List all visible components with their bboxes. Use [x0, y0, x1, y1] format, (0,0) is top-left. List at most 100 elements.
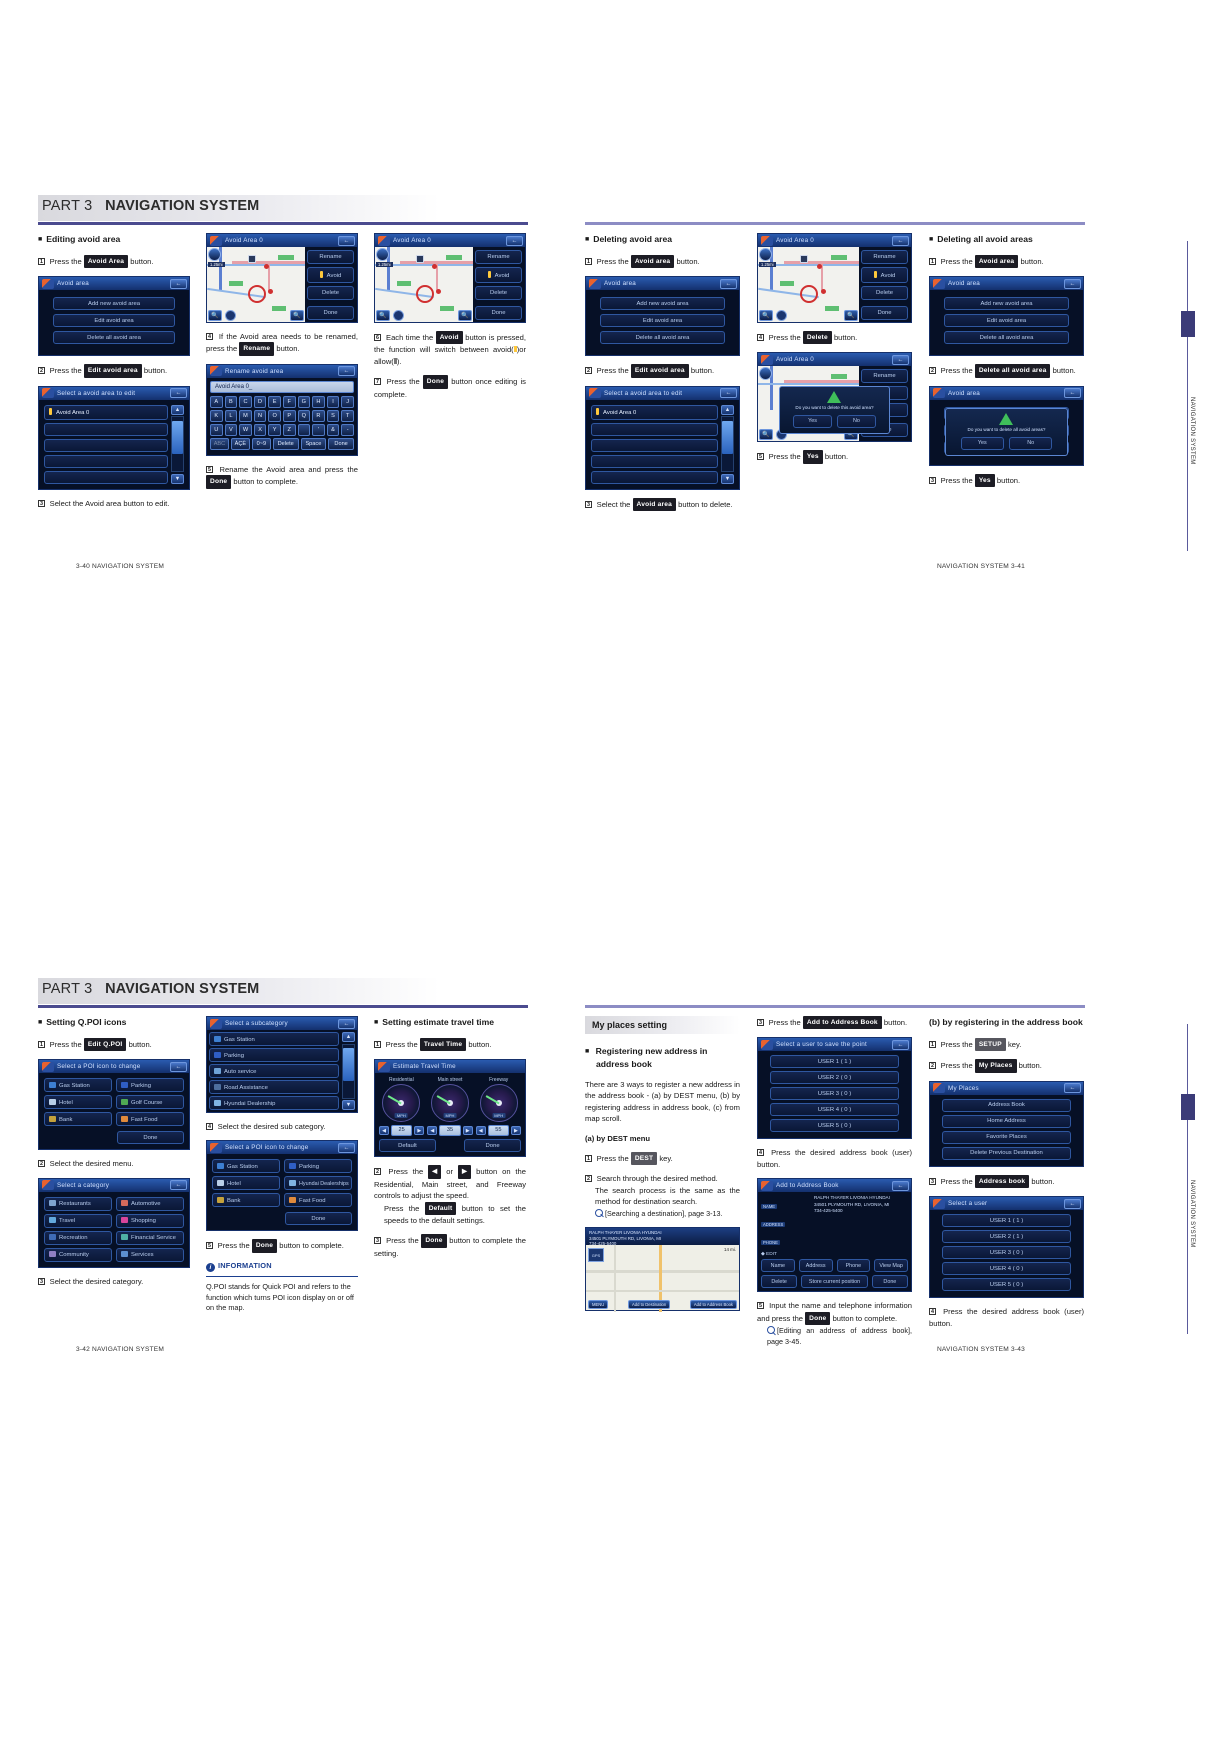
back-arrow-icon[interactable]: ←: [170, 1061, 187, 1072]
key-J[interactable]: J: [341, 395, 354, 408]
key-done[interactable]: Done: [328, 437, 354, 450]
compass-icon[interactable]: [225, 310, 236, 321]
list-item[interactable]: [591, 422, 718, 436]
button-delete-all-avoid-area[interactable]: Delete all avoid area: [944, 331, 1069, 345]
poi-button-hotel[interactable]: Hotel: [212, 1176, 280, 1191]
list-item-hyundai-dealership[interactable]: Hyundai Dealership: [209, 1096, 339, 1110]
button-rename[interactable]: Rename: [861, 369, 908, 384]
poi-button-fast-food[interactable]: Fast Food: [284, 1193, 352, 1208]
scroll-track[interactable]: [721, 416, 734, 473]
zoom-out-icon[interactable]: 🔍: [290, 310, 304, 321]
button-user-4[interactable]: USER 4 ( 0 ): [770, 1103, 899, 1117]
category-button-automotive[interactable]: Automotive: [116, 1196, 184, 1211]
button-delete[interactable]: Delete: [307, 286, 354, 300]
button-done[interactable]: Done: [861, 306, 908, 320]
button-user-2[interactable]: USER 2 ( 1 ): [942, 1230, 1071, 1244]
button-add-new-avoid-area[interactable]: Add new avoid area: [600, 297, 725, 311]
speed-value[interactable]: 25: [391, 1125, 413, 1137]
increase-icon[interactable]: ▶: [462, 1126, 473, 1136]
back-arrow-icon[interactable]: ←: [892, 354, 909, 365]
list-item[interactable]: [44, 422, 168, 436]
map-canvas[interactable]: 1.25mi 🔍 🔍: [758, 247, 859, 322]
poi-button-parking[interactable]: Parking: [116, 1078, 184, 1093]
button-edit-avoid-area[interactable]: Edit avoid area: [944, 314, 1069, 328]
decrease-icon[interactable]: ◀: [379, 1126, 389, 1136]
key-R[interactable]: R: [312, 409, 325, 422]
list-item[interactable]: Avoid Area 0: [591, 404, 718, 420]
zoom-in-icon[interactable]: 🔍: [759, 310, 773, 321]
scroll-up-icon[interactable]: ▲: [342, 1032, 355, 1042]
button-done[interactable]: Done: [307, 306, 354, 320]
key-K[interactable]: K: [210, 409, 223, 422]
key-T[interactable]: T: [341, 409, 354, 422]
button-delete-all-avoid-area[interactable]: Delete all avoid area: [53, 331, 175, 345]
scroll-thumb[interactable]: [722, 420, 733, 455]
zoom-out-icon[interactable]: 🔍: [458, 310, 472, 321]
back-arrow-icon[interactable]: ←: [1064, 278, 1081, 289]
back-arrow-icon[interactable]: ←: [1064, 1198, 1081, 1209]
key-Y[interactable]: Y: [268, 423, 281, 436]
increase-icon[interactable]: ▶: [414, 1126, 425, 1136]
back-arrow-icon[interactable]: ←: [338, 366, 355, 377]
key-numbers[interactable]: 0~9: [251, 437, 271, 450]
dialog-no-button[interactable]: No: [836, 414, 876, 428]
button-address[interactable]: Address: [798, 1259, 833, 1273]
button-edit-avoid-area[interactable]: Edit avoid area: [53, 314, 175, 328]
decrease-icon[interactable]: ◀: [475, 1126, 486, 1136]
zoom-out-icon[interactable]: 🔍: [844, 310, 858, 321]
key-C[interactable]: C: [239, 395, 252, 408]
map-canvas[interactable]: 1.25mi 🔍 🔍: [375, 247, 473, 322]
button-user-3[interactable]: USER 3 ( 0 ): [942, 1246, 1071, 1260]
key-X[interactable]: X: [253, 423, 267, 436]
button-view-map[interactable]: View Map: [874, 1259, 908, 1273]
key-O[interactable]: O: [268, 409, 281, 422]
poi-button-golf-course[interactable]: Golf Course: [116, 1095, 184, 1110]
back-arrow-icon[interactable]: ←: [892, 235, 909, 246]
scroll-track[interactable]: [171, 416, 184, 473]
category-button-services[interactable]: Services: [116, 1247, 184, 1262]
decrease-icon[interactable]: ◀: [427, 1126, 438, 1136]
key-W[interactable]: W: [239, 423, 252, 436]
key-I[interactable]: I: [326, 395, 340, 408]
back-arrow-icon[interactable]: ←: [338, 235, 355, 246]
list-item[interactable]: [591, 438, 718, 452]
button-delete[interactable]: Delete: [861, 286, 908, 300]
key-F[interactable]: F: [282, 395, 296, 408]
list-item[interactable]: [44, 470, 168, 484]
list-item[interactable]: Avoid Area 0: [44, 404, 168, 420]
button-rename[interactable]: Rename: [861, 250, 908, 264]
compass-icon[interactable]: [393, 310, 404, 321]
back-arrow-icon[interactable]: ←: [720, 388, 737, 399]
poi-button-bank[interactable]: Bank: [212, 1193, 280, 1208]
back-arrow-icon[interactable]: ←: [170, 1180, 187, 1191]
speed-value[interactable]: 35: [439, 1125, 461, 1137]
poi-button-parking[interactable]: Parking: [284, 1159, 352, 1174]
scroll-down-icon[interactable]: ▼: [171, 473, 184, 484]
button-store-current-position[interactable]: Store current position: [801, 1275, 868, 1289]
button-add-new-avoid-area[interactable]: Add new avoid area: [944, 297, 1069, 311]
scrollbar[interactable]: ▲ ▼: [721, 404, 734, 484]
category-button-travel[interactable]: Travel: [44, 1213, 112, 1228]
category-button-community[interactable]: Community: [44, 1247, 112, 1262]
scroll-up-icon[interactable]: ▲: [721, 404, 734, 415]
button-rename[interactable]: Rename: [307, 250, 354, 264]
button-address-book[interactable]: Address Book: [942, 1098, 1071, 1112]
key-V[interactable]: V: [224, 423, 238, 436]
key-space[interactable]: Space: [300, 437, 327, 450]
back-arrow-icon[interactable]: ←: [892, 1039, 909, 1050]
scroll-thumb[interactable]: [172, 420, 183, 455]
key-A[interactable]: A: [210, 395, 223, 408]
dialog-yes-button[interactable]: Yes: [793, 414, 832, 428]
button-add-to-address-book[interactable]: Add to Address Book: [689, 1300, 737, 1310]
key-U[interactable]: U: [210, 423, 223, 436]
button-delete-previous-destination[interactable]: Delete Previous Destination: [942, 1146, 1071, 1160]
button-user-3[interactable]: USER 3 ( 0 ): [770, 1087, 899, 1101]
back-arrow-icon[interactable]: ←: [338, 1142, 355, 1153]
back-arrow-icon[interactable]: ←: [720, 278, 737, 289]
back-arrow-icon[interactable]: ←: [892, 1180, 909, 1191]
poi-button-hotel[interactable]: Hotel: [44, 1095, 112, 1110]
button-home-address[interactable]: Home Address: [942, 1114, 1071, 1128]
button-done[interactable]: Done: [284, 1212, 352, 1226]
poi-button-gas-station[interactable]: Gas Station: [212, 1159, 280, 1174]
button-avoid[interactable]: Avoid: [307, 267, 354, 283]
